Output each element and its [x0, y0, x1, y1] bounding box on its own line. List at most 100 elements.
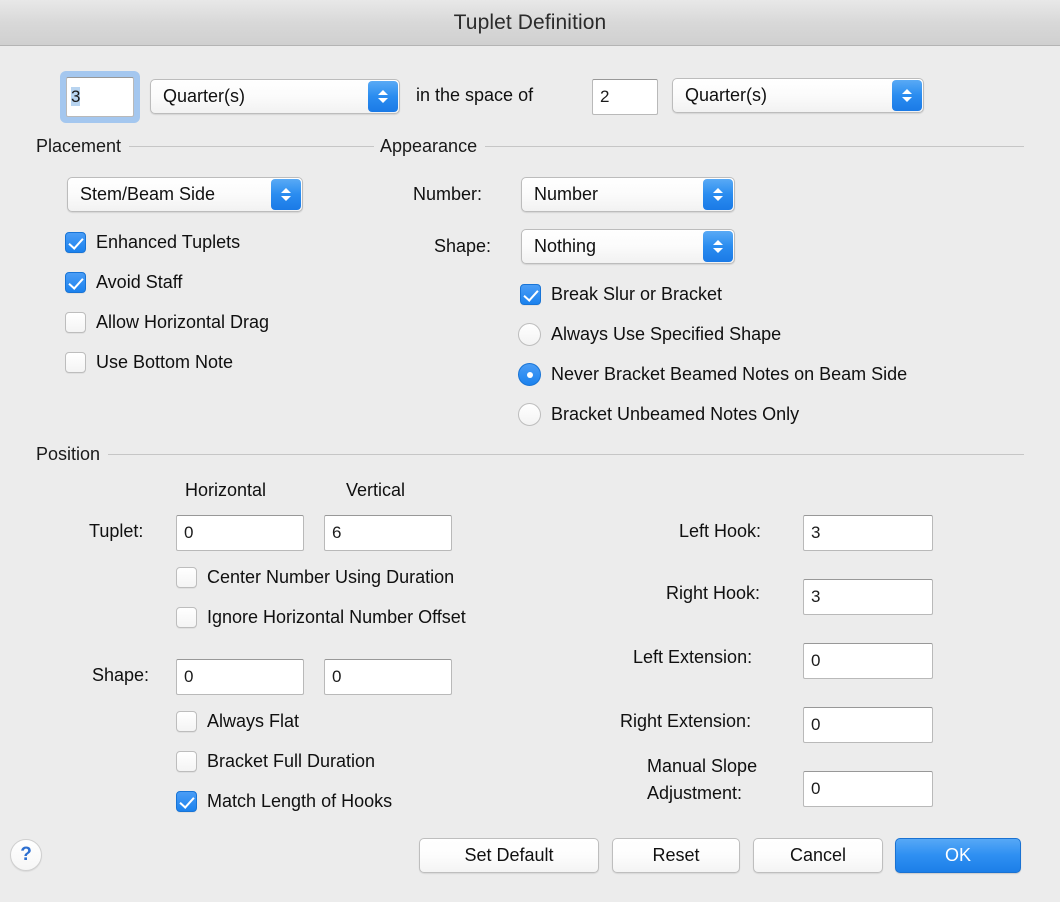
window-title: Tuplet Definition: [453, 10, 607, 34]
radio-icon: [518, 403, 541, 426]
chevron-updown-icon[interactable]: [368, 81, 398, 112]
checkbox-label: Use Bottom Note: [96, 352, 234, 372]
checkbox-label: Match Length of Hooks: [207, 791, 393, 811]
checkbox-icon: [520, 284, 541, 305]
chevron-updown-icon[interactable]: [703, 179, 733, 210]
checkbox-bracket-full-duration[interactable]: Bracket Full Duration: [176, 751, 375, 772]
position-tuplet-label: Tuplet:: [89, 521, 144, 541]
right-hook-value: 3: [811, 587, 821, 606]
radio-label: Never Bracket Beamed Notes on Beam Side: [551, 364, 908, 384]
chevron-updown-icon[interactable]: [892, 80, 922, 111]
checkbox-label: Ignore Horizontal Number Offset: [207, 607, 466, 627]
checkbox-break-slur-or-bracket[interactable]: Break Slur or Bracket: [520, 284, 722, 305]
appearance-shape-popup[interactable]: Nothing: [521, 229, 735, 264]
tuplet-vertical-value: 6: [332, 523, 342, 542]
tuplet-count-unit-popup[interactable]: Quarter(s): [150, 79, 400, 114]
placement-group-header: Placement: [36, 136, 374, 157]
chevron-updown-icon[interactable]: [703, 231, 733, 262]
right-extension-label: Right Extension:: [620, 711, 752, 731]
checkbox-label: Always Flat: [207, 711, 300, 731]
radio-label: Bracket Unbeamed Notes Only: [551, 404, 800, 424]
question-mark-icon: ?: [20, 844, 32, 865]
manual-slope-value: 0: [811, 779, 821, 798]
reset-label: Reset: [652, 845, 700, 865]
space-count-unit-popup[interactable]: Quarter(s): [672, 78, 924, 113]
cancel-label: Cancel: [789, 845, 847, 865]
checkbox-icon: [65, 232, 86, 253]
left-hook-input[interactable]: 3: [803, 515, 933, 551]
placement-side-popup[interactable]: Stem/Beam Side: [67, 177, 303, 212]
position-group-header: Position: [36, 444, 1024, 465]
checkbox-label: Center Number Using Duration: [207, 567, 455, 587]
radio-label: Always Use Specified Shape: [551, 324, 782, 344]
position-shape-label: Shape:: [92, 665, 150, 685]
checkbox-icon: [176, 567, 197, 588]
right-extension-value: 0: [811, 715, 821, 734]
radio-never-bracket-beamed-notes[interactable]: Never Bracket Beamed Notes on Beam Side: [518, 363, 907, 386]
radio-always-use-specified-shape[interactable]: Always Use Specified Shape: [518, 323, 781, 346]
checkbox-label: Avoid Staff: [96, 272, 183, 292]
checkbox-label: Bracket Full Duration: [207, 751, 376, 771]
shape-horizontal-input[interactable]: 0: [176, 659, 304, 695]
tuplet-count-unit-label: Quarter(s): [163, 86, 246, 106]
left-extension-input[interactable]: 0: [803, 643, 933, 679]
space-count-input[interactable]: 2: [592, 79, 658, 115]
checkbox-icon: [176, 607, 197, 628]
right-extension-input[interactable]: 0: [803, 707, 933, 743]
appearance-group-rule: [485, 146, 1024, 147]
left-hook-value: 3: [811, 523, 821, 542]
reset-button[interactable]: Reset: [612, 838, 740, 873]
checkbox-use-bottom-note[interactable]: Use Bottom Note: [65, 352, 233, 373]
set-default-button[interactable]: Set Default: [419, 838, 599, 873]
tuplet-count-input[interactable]: 3: [66, 77, 134, 117]
checkbox-allow-horizontal-drag[interactable]: Allow Horizontal Drag: [65, 312, 269, 333]
left-hook-label: Left Hook:: [679, 521, 762, 541]
manual-slope-label-line2: Adjustment:: [647, 783, 743, 803]
ok-button[interactable]: OK: [895, 838, 1021, 873]
position-column-horizontal: Horizontal: [185, 480, 267, 500]
tuplet-horizontal-value: 0: [184, 523, 194, 542]
checkbox-enhanced-tuplets[interactable]: Enhanced Tuplets: [65, 232, 240, 253]
manual-slope-adjustment-input[interactable]: 0: [803, 771, 933, 807]
space-count-unit-label: Quarter(s): [685, 85, 768, 105]
shape-horizontal-value: 0: [184, 667, 194, 686]
position-group-title: Position: [36, 444, 101, 464]
checkbox-ignore-horizontal-number-offset[interactable]: Ignore Horizontal Number Offset: [176, 607, 466, 628]
tuplet-horizontal-input[interactable]: 0: [176, 515, 304, 551]
left-extension-value: 0: [811, 651, 821, 670]
checkbox-label: Enhanced Tuplets: [96, 232, 241, 252]
help-button[interactable]: ?: [10, 839, 42, 871]
cancel-button[interactable]: Cancel: [753, 838, 883, 873]
checkbox-label: Allow Horizontal Drag: [96, 312, 270, 332]
radio-bracket-unbeamed-notes-only[interactable]: Bracket Unbeamed Notes Only: [518, 403, 799, 426]
appearance-shape-label: Shape:: [434, 236, 492, 256]
tuplet-count-value: 3: [71, 87, 81, 106]
checkbox-match-length-of-hooks[interactable]: Match Length of Hooks: [176, 791, 392, 812]
manual-slope-label-line1: Manual Slope: [647, 756, 758, 776]
chevron-updown-icon[interactable]: [271, 179, 301, 210]
tuplet-count-focus-ring: 3: [60, 71, 140, 123]
appearance-number-value: Number: [534, 184, 599, 204]
right-hook-input[interactable]: 3: [803, 579, 933, 615]
ok-label: OK: [944, 845, 971, 865]
shape-vertical-input[interactable]: 0: [324, 659, 452, 695]
checkbox-icon: [65, 272, 86, 293]
right-hook-label: Right Hook:: [666, 583, 761, 603]
shape-vertical-value: 0: [332, 667, 342, 686]
appearance-number-popup[interactable]: Number: [521, 177, 735, 212]
checkbox-icon: [65, 312, 86, 333]
radio-icon: [518, 323, 541, 346]
set-default-label: Set Default: [464, 845, 554, 865]
checkbox-avoid-staff[interactable]: Avoid Staff: [65, 272, 182, 293]
tuplet-vertical-input[interactable]: 6: [324, 515, 452, 551]
checkbox-icon: [65, 352, 86, 373]
window-titlebar: Tuplet Definition: [0, 0, 1060, 46]
appearance-group-header: Appearance: [380, 136, 1024, 157]
checkbox-always-flat[interactable]: Always Flat: [176, 711, 299, 732]
placement-group-title: Placement: [36, 136, 122, 156]
appearance-shape-value: Nothing: [534, 236, 597, 256]
appearance-number-label: Number:: [413, 184, 483, 204]
radio-icon: [518, 363, 541, 386]
checkbox-center-number-using-duration[interactable]: Center Number Using Duration: [176, 567, 454, 588]
placement-group-rule: [129, 146, 374, 147]
